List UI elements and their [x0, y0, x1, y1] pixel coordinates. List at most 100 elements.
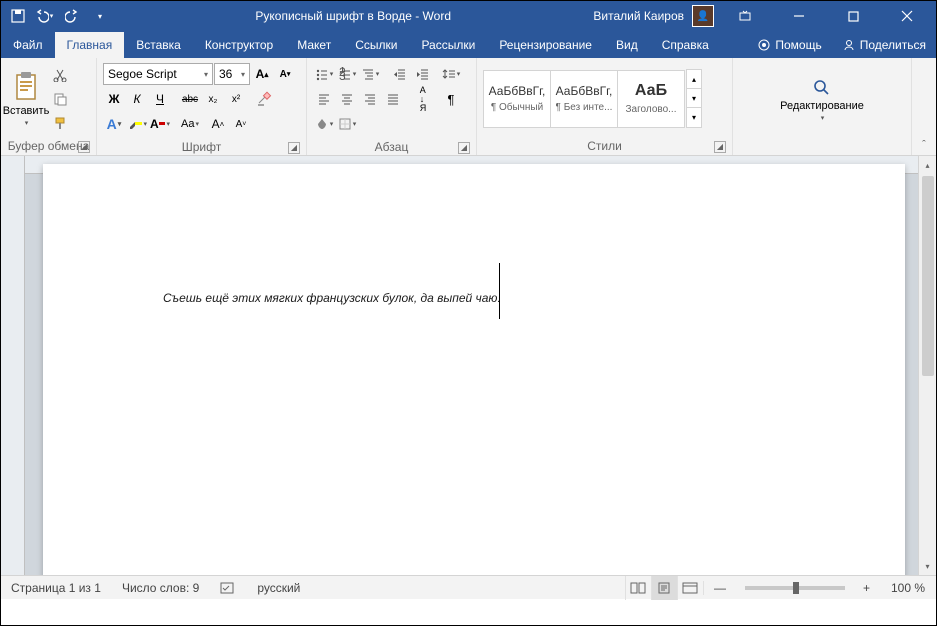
tab-mailings[interactable]: Рассылки: [409, 32, 487, 58]
maximize-button[interactable]: [830, 1, 876, 31]
style-no-spacing[interactable]: АаБбВвГг,¶ Без инте...: [550, 70, 618, 128]
font-launcher[interactable]: ◢: [288, 142, 300, 154]
styles-launcher[interactable]: ◢: [714, 141, 726, 153]
zoom-slider[interactable]: [745, 586, 845, 590]
ribbon-tabs: Файл Главная Вставка Конструктор Макет С…: [1, 31, 936, 58]
view-read-button[interactable]: [625, 576, 651, 600]
status-bar: Страница 1 из 1 Число слов: 9 русский — …: [1, 575, 936, 599]
grow-font2-button[interactable]: A˄: [207, 113, 229, 135]
shrink-font-button[interactable]: A▾: [274, 63, 296, 85]
vertical-scrollbar[interactable]: ▴ ▾: [918, 156, 936, 575]
multilevel-button[interactable]: ▾: [359, 63, 381, 85]
tab-design[interactable]: Конструктор: [193, 32, 285, 58]
bullets-button[interactable]: ▾: [313, 63, 335, 85]
qat-customize[interactable]: ▾: [89, 5, 111, 27]
strike-button[interactable]: abc: [179, 88, 201, 110]
style-gallery: АаБбВвГг,¶ Обычный АаБбВвГг,¶ Без инте..…: [483, 70, 684, 128]
paste-button[interactable]: Вставить ▾: [5, 60, 47, 137]
text-effects-button[interactable]: A▾: [103, 113, 125, 135]
view-web-button[interactable]: [677, 576, 703, 600]
ribbon: Вставить ▾ Буфер обмена◢ Segoe Script▾ 3…: [1, 58, 936, 156]
superscript-button[interactable]: x²: [225, 88, 247, 110]
status-language[interactable]: русский: [247, 581, 311, 595]
tab-insert[interactable]: Вставка: [124, 32, 193, 58]
align-left-button[interactable]: [313, 88, 335, 110]
highlight-button[interactable]: ▾: [126, 113, 148, 135]
zoom-level[interactable]: 100 %: [881, 581, 936, 595]
page[interactable]: Съешь ещё этих мягких французских булок,…: [43, 164, 905, 575]
tab-help[interactable]: Справка: [650, 32, 721, 58]
shading-button[interactable]: ▾: [313, 113, 335, 135]
document-area: Съешь ещё этих мягких французских булок,…: [1, 156, 936, 575]
ribbon-display-options[interactable]: [722, 1, 768, 31]
tab-home[interactable]: Главная: [55, 32, 125, 58]
undo-button[interactable]: ▾: [33, 5, 55, 27]
tell-me[interactable]: Помощь: [747, 32, 831, 58]
change-case-button[interactable]: Aa▾: [179, 113, 201, 135]
paragraph-launcher[interactable]: ◢: [458, 142, 470, 154]
status-words[interactable]: Число слов: 9: [112, 581, 210, 595]
clipboard-icon: [12, 71, 40, 103]
tab-references[interactable]: Ссылки: [343, 32, 409, 58]
editing-button[interactable]: Редактирование ▾: [770, 74, 874, 126]
clipboard-launcher[interactable]: ◢: [78, 141, 90, 153]
style-gallery-scroll[interactable]: ▴▾▾: [686, 69, 702, 128]
bold-button[interactable]: Ж: [103, 88, 125, 110]
minimize-button[interactable]: [776, 1, 822, 31]
numbering-button[interactable]: 123▾: [336, 63, 358, 85]
align-center-button[interactable]: [336, 88, 358, 110]
increase-indent-button[interactable]: [412, 63, 434, 85]
ruler-vertical[interactable]: [1, 156, 25, 575]
justify-button[interactable]: [382, 88, 404, 110]
show-marks-button[interactable]: ¶: [440, 88, 462, 110]
cut-button[interactable]: [49, 64, 71, 86]
group-label-editing: [737, 139, 907, 155]
format-painter-button[interactable]: [49, 112, 71, 134]
redo-button[interactable]: [61, 5, 83, 27]
title-bar: ▾ ▾ Рукописный шрифт в Ворде - Word Вита…: [1, 1, 936, 31]
group-label-paragraph: Абзац◢: [311, 138, 472, 156]
grow-font-button[interactable]: A▴: [251, 63, 273, 85]
style-heading1[interactable]: АаБЗаголово...: [617, 70, 685, 128]
font-color-button[interactable]: A▾: [149, 113, 171, 135]
copy-button[interactable]: [49, 88, 71, 110]
font-name-combo[interactable]: Segoe Script▾: [103, 63, 213, 85]
scroll-down-button[interactable]: ▾: [919, 557, 936, 575]
collapse-ribbon-button[interactable]: ˆ: [922, 139, 926, 151]
scroll-up-button[interactable]: ▴: [919, 156, 936, 174]
status-proofing[interactable]: [210, 581, 247, 595]
close-button[interactable]: [884, 1, 930, 31]
tab-layout[interactable]: Макет: [285, 32, 343, 58]
share-button[interactable]: Поделиться: [832, 32, 936, 58]
line-spacing-button[interactable]: ▾: [440, 63, 462, 85]
status-page[interactable]: Страница 1 из 1: [1, 581, 112, 595]
underline-button[interactable]: Ч: [149, 88, 171, 110]
align-right-button[interactable]: [359, 88, 381, 110]
clear-formatting-button[interactable]: [253, 88, 275, 110]
sort-button[interactable]: A↓Я: [412, 88, 434, 110]
group-label-font: Шрифт◢: [101, 138, 302, 156]
group-label-clipboard: Буфер обмена◢: [5, 137, 92, 155]
scroll-thumb[interactable]: [922, 176, 934, 376]
zoom-out-button[interactable]: —: [703, 581, 737, 595]
zoom-in-button[interactable]: +: [853, 581, 881, 595]
user-name[interactable]: Виталий Каиров: [593, 9, 684, 23]
shrink-font2-button[interactable]: A˅: [230, 113, 252, 135]
document-text[interactable]: Съешь ещё этих мягких французских булок,…: [43, 164, 905, 410]
decrease-indent-button[interactable]: [389, 63, 411, 85]
group-label-styles: Стили◢: [481, 137, 728, 155]
text-cursor: [499, 263, 500, 319]
subscript-button[interactable]: x₂: [202, 88, 224, 110]
avatar[interactable]: 👤: [692, 5, 714, 27]
tab-file[interactable]: Файл: [1, 32, 55, 58]
font-size-combo[interactable]: 36▾: [214, 63, 250, 85]
tab-view[interactable]: Вид: [604, 32, 650, 58]
style-normal[interactable]: АаБбВвГг,¶ Обычный: [483, 70, 551, 128]
search-icon: [812, 78, 832, 98]
view-print-button[interactable]: [651, 576, 677, 600]
document-title: Рукописный шрифт в Ворде - Word: [119, 9, 587, 23]
autosave-icon[interactable]: [9, 7, 27, 25]
italic-button[interactable]: К: [126, 88, 148, 110]
borders-button[interactable]: ▾: [336, 113, 358, 135]
tab-review[interactable]: Рецензирование: [487, 32, 604, 58]
